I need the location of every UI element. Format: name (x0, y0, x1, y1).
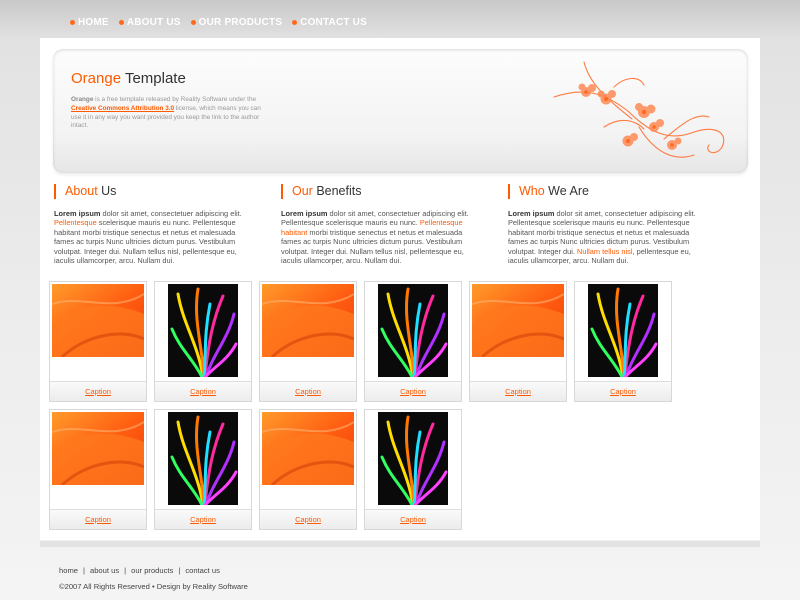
top-nav: HOME ABOUT US OUR PRODUCTS CONTACT US (70, 17, 367, 28)
text-part: dolor sit amet, consectetuer adipiscing … (100, 209, 242, 218)
text-accent: Nullam tellus nisl (577, 246, 633, 256)
bullet-icon (70, 20, 75, 25)
gallery-tile[interactable]: Caption (364, 281, 462, 402)
copyright-text: ©2007 All Rights Reserved • Design by Re… (59, 582, 248, 591)
tile-caption[interactable]: Caption (260, 387, 356, 396)
footer-separator: | (83, 566, 85, 575)
nav-contact-us[interactable]: CONTACT US (292, 17, 367, 28)
gallery-tile[interactable]: Caption (154, 281, 252, 402)
heading-rest: We Are (544, 184, 589, 198)
hero-title: Orange Template (71, 70, 186, 87)
nav-our-products[interactable]: OUR PRODUCTS (190, 17, 283, 28)
section-text: Lorem ipsum dolor sit amet, consectetuer… (508, 209, 708, 265)
hero-description: Orange is a free template released by Re… (71, 96, 266, 131)
text-lead: Lorem ipsum (281, 209, 328, 218)
orange-abstract-image (472, 284, 564, 357)
hero-banner: Orange Template Orange is a free templat… (53, 49, 748, 173)
section-heading: Who We Are (508, 184, 718, 199)
footer-separator: | (178, 566, 181, 575)
tile-caption[interactable]: Caption (155, 387, 251, 396)
nav-home[interactable]: HOME (70, 17, 109, 28)
heading-rest: Benefits (312, 184, 362, 198)
orange-abstract-image (262, 412, 354, 485)
license-link[interactable]: Creative Commons Attribution 3.0 (71, 105, 174, 112)
gallery-tile[interactable]: Caption (469, 281, 567, 402)
tile-caption[interactable]: Caption (365, 387, 461, 396)
hero-title-accent: Orange (71, 70, 122, 87)
tile-caption[interactable]: Caption (50, 387, 146, 396)
footer-link-products[interactable]: our products (131, 566, 173, 575)
gallery-tile[interactable]: Caption (154, 409, 252, 530)
gallery-tile[interactable]: Caption (259, 281, 357, 402)
bullet-icon (292, 20, 298, 25)
section-heading: Our Benefits (281, 184, 491, 199)
orange-abstract-image (52, 284, 144, 357)
orange-abstract-image (52, 412, 144, 485)
flower-decoration-icon (553, 61, 725, 158)
nav-about-us[interactable]: ABOUT US (118, 17, 181, 28)
heading-rest: Us (97, 184, 117, 198)
footer-link-about[interactable]: about us (90, 566, 119, 575)
heading-accent: Our (292, 184, 313, 198)
tile-caption[interactable]: Caption (50, 515, 146, 524)
who-we-are-section: Who We Are Lorem ipsum dolor sit amet, c… (508, 184, 718, 265)
tile-caption[interactable]: Caption (155, 515, 251, 524)
nav-products-label: OUR PRODUCTS (198, 17, 283, 28)
footer-links: home | about us | our products | contact… (59, 566, 220, 575)
footer-link-contact[interactable]: contact us (185, 566, 220, 575)
text-lead: Lorem ipsum (508, 209, 555, 218)
tile-caption[interactable]: Caption (575, 387, 671, 396)
text-accent: Pellentesque (54, 218, 97, 228)
section-heading: About Us (54, 184, 264, 199)
nav-contact-label: CONTACT US (300, 17, 367, 28)
tile-caption[interactable]: Caption (260, 515, 356, 524)
tile-caption[interactable]: Caption (470, 387, 566, 396)
tile-caption[interactable]: Caption (365, 515, 461, 524)
hero-desc-lead: Orange (71, 96, 94, 103)
text-part: morbi tristique senectus et netus et mal… (281, 227, 464, 266)
orange-abstract-image (262, 284, 354, 357)
gallery-tile[interactable]: Caption (574, 281, 672, 402)
footer-link-home[interactable]: home (59, 566, 78, 575)
gallery-tile[interactable]: Caption (49, 281, 147, 402)
hero-title-rest: Template (124, 70, 186, 87)
nav-about-label: ABOUT US (126, 17, 181, 28)
gallery-tile[interactable]: Caption (364, 409, 462, 530)
about-us-section: About Us Lorem ipsum dolor sit amet, con… (54, 184, 264, 265)
hero-desc-part1: is a free template released by Reality S… (93, 96, 257, 103)
nav-home-label: HOME (78, 17, 109, 28)
footer-separator: | (124, 566, 127, 575)
bullet-icon (118, 20, 124, 25)
heading-accent: About (65, 184, 98, 198)
heading-accent: Who (519, 184, 545, 198)
section-text: Lorem ipsum dolor sit amet, consectetuer… (281, 209, 481, 265)
gallery-tile[interactable]: Caption (259, 409, 357, 530)
main-content: Orange Template Orange is a free templat… (40, 38, 760, 540)
our-benefits-section: Our Benefits Lorem ipsum dolor sit amet,… (281, 184, 491, 265)
bullet-icon (190, 20, 196, 25)
footer-divider (40, 541, 760, 547)
section-text: Lorem ipsum dolor sit amet, consectetuer… (54, 209, 254, 265)
text-lead: Lorem ipsum (54, 209, 101, 218)
gallery-tile[interactable]: Caption (49, 409, 147, 530)
